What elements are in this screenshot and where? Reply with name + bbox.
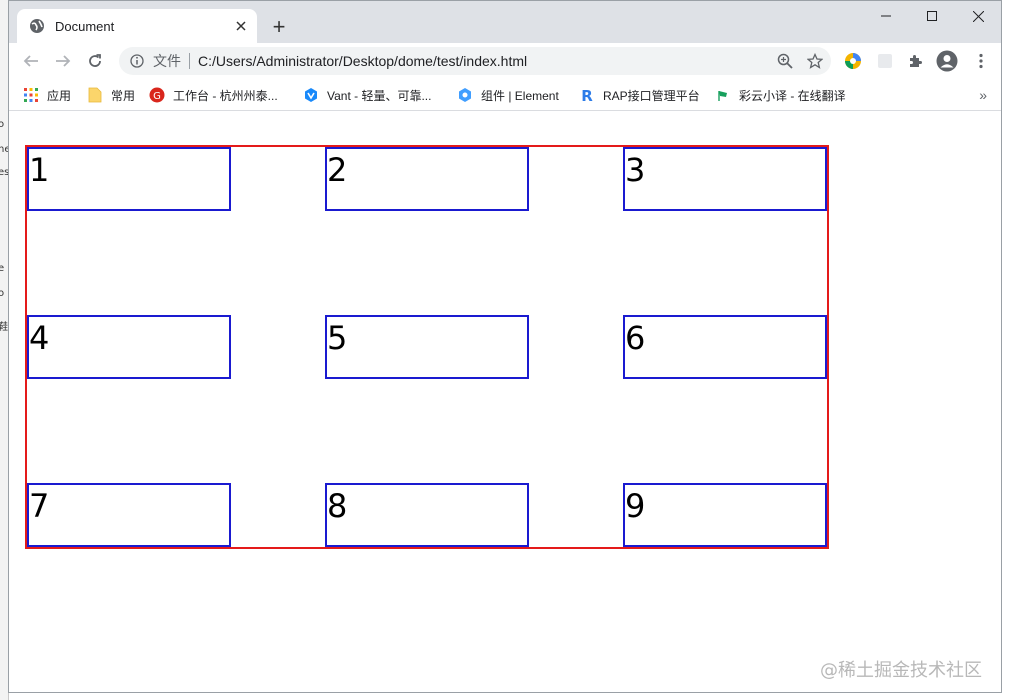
close-window-button[interactable] bbox=[955, 1, 1001, 31]
workbench-logo-icon: G bbox=[149, 87, 165, 103]
grid-cell-1: 1 bbox=[27, 147, 231, 211]
page-viewport: 1 2 3 4 5 6 7 8 9 bbox=[9, 111, 1001, 692]
grid-cell-2: 2 bbox=[325, 147, 529, 211]
browser-toolbar: 文件 C:/Users/Administrator/Desktop/dome/t… bbox=[9, 43, 1001, 79]
menu-kebab-icon[interactable] bbox=[969, 49, 993, 73]
extensions-puzzle-icon[interactable] bbox=[903, 49, 927, 73]
svg-text:R: R bbox=[581, 87, 593, 103]
bookmark-vant[interactable]: Vant - 轻量、可靠... bbox=[303, 85, 431, 105]
reload-button[interactable] bbox=[81, 47, 109, 75]
apps-grid-icon bbox=[23, 87, 39, 103]
bookmark-label: 应用 bbox=[47, 88, 72, 103]
tab-title: Document bbox=[55, 18, 115, 34]
tab-close-icon[interactable] bbox=[231, 16, 251, 36]
tab-document[interactable]: Document bbox=[17, 9, 257, 43]
profile-avatar-icon[interactable] bbox=[935, 49, 959, 73]
grid-cell-6: 6 bbox=[623, 315, 827, 379]
bookmark-label: 工作台 - 杭州州泰... bbox=[173, 88, 278, 103]
bg-fragment: e bbox=[0, 263, 4, 274]
minimize-button[interactable] bbox=[863, 1, 909, 31]
grid-cell-7: 7 bbox=[27, 483, 231, 547]
maximize-button[interactable] bbox=[909, 1, 955, 31]
vant-logo-icon bbox=[303, 87, 319, 103]
info-icon[interactable] bbox=[129, 53, 145, 69]
watermark: @稀土掘金技术社区 bbox=[820, 660, 982, 681]
bookmarks-overflow-button[interactable]: » bbox=[979, 87, 987, 103]
tab-bar: Document + bbox=[9, 1, 1001, 43]
bookmark-label: 彩云小译 - 在线翻译 bbox=[739, 88, 846, 103]
bookmark-label: RAP接口管理平台 bbox=[603, 88, 700, 103]
bookmark-element[interactable]: 组件 | Element bbox=[457, 85, 559, 105]
bookmark-label: Vant - 轻量、可靠... bbox=[327, 88, 432, 103]
zoom-icon[interactable] bbox=[771, 47, 799, 75]
caiyun-logo-icon bbox=[715, 87, 731, 103]
globe-icon bbox=[29, 18, 45, 34]
browser-window: Document + 文件 C:/Users/Administrator/Des… bbox=[8, 0, 1002, 693]
bookmarks-bar: 应用 常用 G 工作台 - 杭州州泰... Vant - 轻量、可靠... 组件… bbox=[9, 79, 1001, 111]
rap-logo-icon: R bbox=[579, 87, 595, 103]
bg-fragment: 鞋 bbox=[0, 318, 8, 333]
folder-icon bbox=[87, 87, 103, 103]
grid-cell-5: 5 bbox=[325, 315, 529, 379]
grid-container: 1 2 3 4 5 6 7 8 9 bbox=[25, 145, 829, 549]
url-scheme-label: 文件 bbox=[153, 53, 181, 69]
extension-colorful-icon[interactable] bbox=[841, 49, 865, 73]
omnibox-divider bbox=[189, 53, 190, 69]
bg-fragment: o bbox=[0, 119, 4, 130]
bookmark-apps[interactable]: 应用 bbox=[23, 85, 71, 105]
forward-button[interactable] bbox=[49, 47, 77, 75]
grid-cell-3: 3 bbox=[623, 147, 827, 211]
bookmark-label: 常用 bbox=[111, 88, 136, 103]
bookmark-rap[interactable]: R RAP接口管理平台 bbox=[579, 85, 700, 105]
address-bar[interactable]: 文件 C:/Users/Administrator/Desktop/dome/t… bbox=[119, 47, 831, 75]
new-tab-button[interactable]: + bbox=[267, 14, 291, 39]
grid-cell-9: 9 bbox=[623, 483, 827, 547]
bookmark-caiyun[interactable]: 彩云小译 - 在线翻译 bbox=[715, 85, 846, 105]
bookmark-common[interactable]: 常用 bbox=[87, 85, 135, 105]
extension-puzzle-faded-icon[interactable] bbox=[873, 49, 897, 73]
url-text[interactable]: C:/Users/Administrator/Desktop/dome/test… bbox=[198, 53, 771, 69]
bookmark-label: 组件 | Element bbox=[481, 88, 559, 103]
back-button[interactable] bbox=[17, 47, 45, 75]
svg-text:G: G bbox=[153, 91, 161, 102]
grid-cell-8: 8 bbox=[325, 483, 529, 547]
element-logo-icon bbox=[457, 87, 473, 103]
bg-fragment: o bbox=[0, 288, 4, 299]
grid-cell-4: 4 bbox=[27, 315, 231, 379]
bookmark-workbench[interactable]: G 工作台 - 杭州州泰... bbox=[149, 85, 278, 105]
bookmark-star-icon[interactable] bbox=[801, 47, 829, 75]
